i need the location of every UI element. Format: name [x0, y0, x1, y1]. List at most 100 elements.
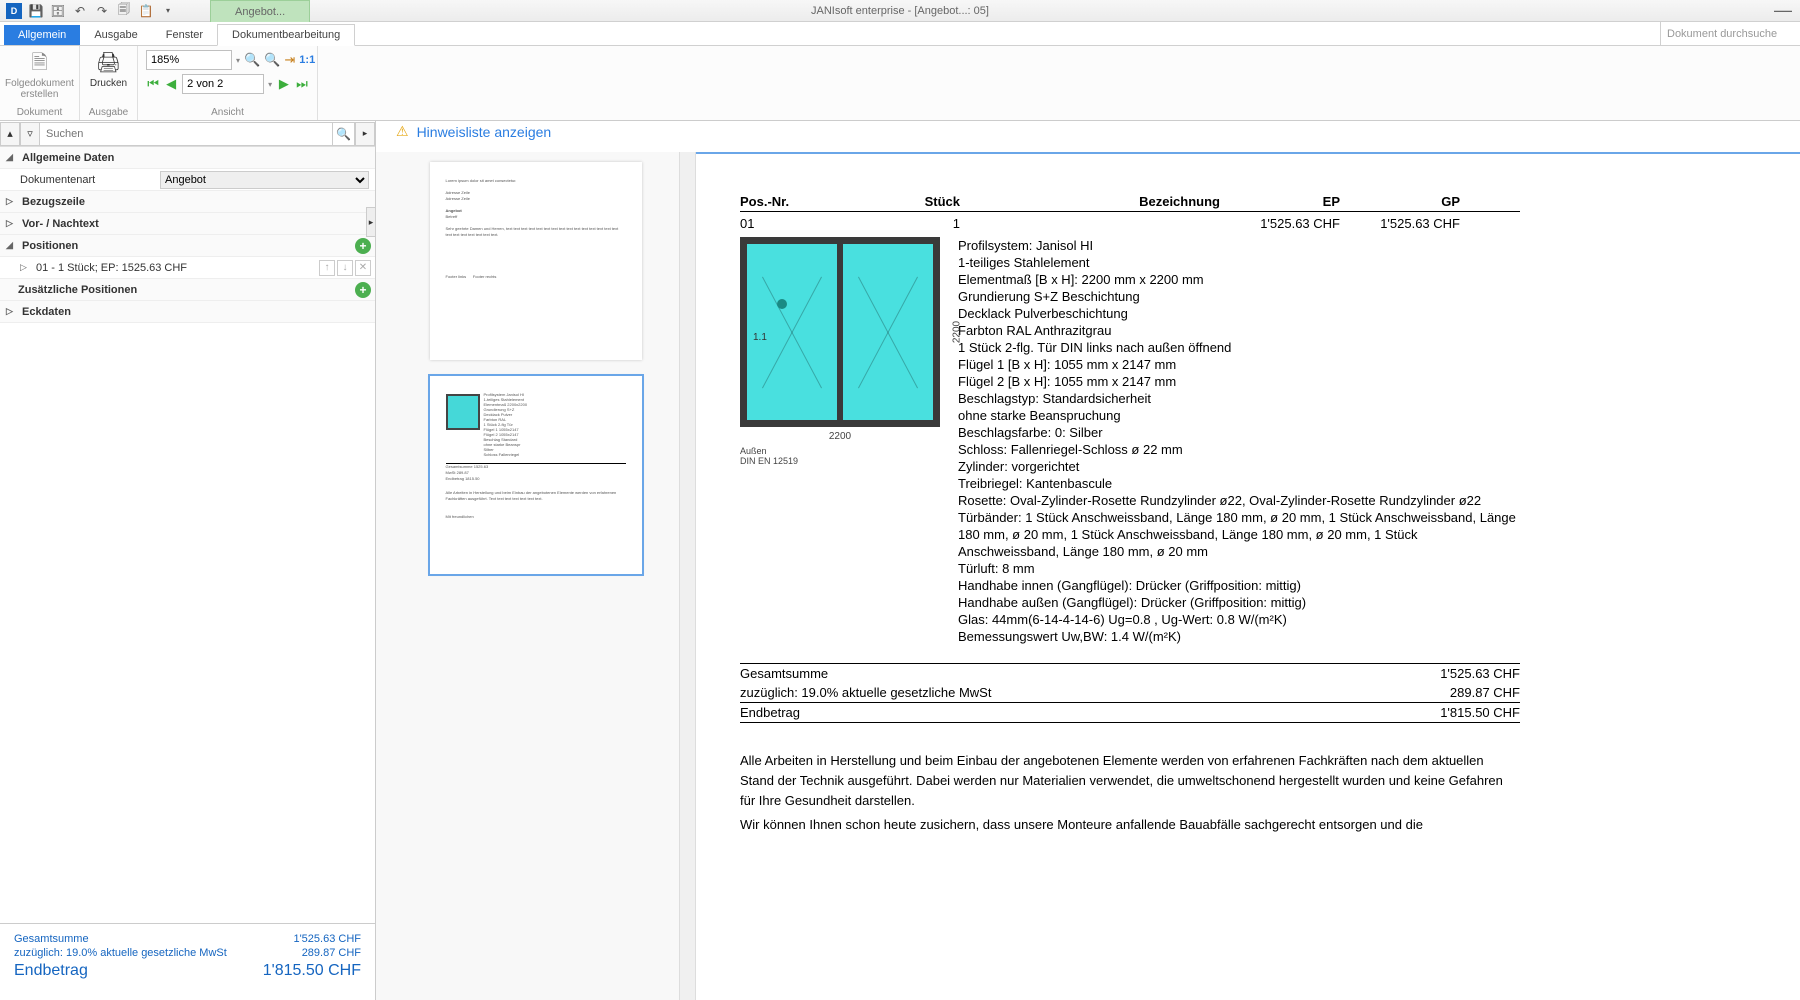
- redo-icon[interactable]: ↷: [94, 3, 110, 19]
- warning-icon: ⚠: [396, 123, 409, 140]
- cell-ep: 1'525.63 CHF: [1220, 216, 1340, 231]
- move-down-icon[interactable]: ↓: [337, 260, 353, 276]
- door-drawing: 1.1 2200 2200 Außen DIN EN 12519: [740, 237, 940, 645]
- page-thumbnail-2[interactable]: Profilsystem Janisol HI1-teiliges Stahle…: [430, 376, 642, 574]
- section-bezugszeile[interactable]: ▷ Bezugszeile: [0, 191, 375, 213]
- actual-size-button[interactable]: 1:1: [299, 51, 315, 69]
- add-extra-position-button[interactable]: +: [355, 282, 371, 298]
- expand-icon[interactable]: ▷: [6, 196, 18, 207]
- page-dropdown-icon[interactable]: ▾: [268, 80, 273, 89]
- field-label: Dokumentenart: [20, 174, 160, 186]
- section-zusaetzliche-positionen[interactable]: Zusätzliche Positionen +: [0, 279, 375, 301]
- total-gesamt-value: 1'525.63 CHF: [293, 933, 361, 945]
- delete-icon[interactable]: ✕: [355, 260, 371, 276]
- undo-icon[interactable]: ↶: [72, 3, 88, 19]
- folgedokument-button[interactable]: 🗎 Folgedokument erstellen: [5, 50, 74, 100]
- thumbnail-scrollbar[interactable]: [679, 152, 695, 1000]
- section-vor-nachtext[interactable]: ▷ Vor- / Nachtext: [0, 213, 375, 235]
- document-scroll[interactable]: Pos.-Nr. Stück Bezeichnung EP GP 01 1 1'…: [696, 152, 1800, 1000]
- print-button[interactable]: 🖨 Drucken: [90, 50, 127, 89]
- prev-page-icon[interactable]: ◀: [164, 75, 178, 93]
- cell-posnr: 01: [740, 216, 860, 231]
- spec-line: Zylinder: vorgerichtet: [958, 458, 1520, 475]
- spec-line: Handhabe innen (Gangflügel): Drücker (Gr…: [958, 577, 1520, 594]
- total-gesamt-label: Gesamtsumme: [14, 933, 89, 945]
- dim-height: 2200: [951, 321, 962, 343]
- section-label: Vor- / Nachtext: [22, 218, 99, 230]
- spec-line: 1 Stück 2-flg. Tür DIN links nach außen …: [958, 339, 1520, 356]
- tab-dokumentbearbeitung[interactable]: Dokumentbearbeitung: [217, 24, 355, 46]
- sum-mwst-label: zuzüglich: 19.0% aktuelle gesetzliche Mw…: [740, 685, 991, 700]
- next-page-icon[interactable]: ▶: [277, 75, 291, 93]
- last-page-icon[interactable]: ⏭: [295, 75, 309, 93]
- sum-gesamt-label: Gesamtsumme: [740, 666, 828, 681]
- section-allgemeine-daten[interactable]: ◢ Allgemeine Daten: [0, 147, 375, 169]
- spec-line: Grundierung S+Z Beschichtung: [958, 288, 1520, 305]
- group-ansicht-label: Ansicht: [211, 107, 244, 118]
- spec-line: Rosette: Oval-Zylinder-Rosette Rundzylin…: [958, 492, 1520, 509]
- fit-width-icon[interactable]: ⇥: [284, 51, 295, 69]
- spec-line: 1-teiliges Stahlelement: [958, 254, 1520, 271]
- cell-stueck: 1: [860, 216, 960, 231]
- document-tab[interactable]: Angebot...: [210, 0, 310, 22]
- ribbon-panel: 🗎 Folgedokument erstellen Dokument 🖨 Dru…: [0, 46, 1800, 121]
- search-next-icon[interactable]: ▸: [355, 122, 375, 146]
- collapse-all-icon[interactable]: ▴: [0, 122, 20, 146]
- page-thumbnail-1[interactable]: Lorem ipsum dolor sit amet consectetur.A…: [430, 162, 642, 360]
- filter-icon[interactable]: ▿: [20, 122, 40, 146]
- total-mwst-label: zuzüglich: 19.0% aktuelle gesetzliche Mw…: [14, 947, 227, 959]
- search-go-icon[interactable]: 🔍: [333, 122, 355, 146]
- zoom-out-icon[interactable]: 🔍: [264, 51, 280, 69]
- spec-line: Türluft: 8 mm: [958, 560, 1520, 577]
- save-db-icon[interactable]: 🗄: [50, 3, 66, 19]
- position-label: 01 - 1 Stück; EP: 1525.63 CHF: [36, 262, 187, 274]
- document-totals: Gesamtsumme1'525.63 CHF zuzüglich: 19.0%…: [740, 663, 1520, 723]
- spec-line: ohne starke Beanspruchung: [958, 407, 1520, 424]
- notice-link[interactable]: ⚠ Hinweisliste anzeigen: [376, 121, 1800, 152]
- section-label: Bezugszeile: [22, 196, 85, 208]
- property-tree: ◢ Allgemeine Daten Dokumentenart Angebot…: [0, 147, 375, 923]
- spec-line: Türbänder: 1 Stück Anschweissband, Länge…: [958, 509, 1520, 560]
- expand-icon[interactable]: ◢: [6, 152, 18, 163]
- zoom-dropdown-icon[interactable]: ▾: [236, 56, 240, 65]
- spec-line: Beschlagsfarbe: 0: Silber: [958, 424, 1520, 441]
- caption-aussen: Außen: [740, 446, 940, 456]
- add-position-button[interactable]: +: [355, 238, 371, 254]
- section-positionen[interactable]: ◢ Positionen +: [0, 235, 375, 257]
- total-end-label: Endbetrag: [14, 962, 88, 980]
- spec-line: Treibriegel: Kantenbascule: [958, 475, 1520, 492]
- ribbon-search[interactable]: Dokument durchsuche: [1660, 22, 1800, 45]
- expand-icon[interactable]: ▷: [6, 306, 18, 317]
- tab-fenster[interactable]: Fenster: [152, 25, 217, 45]
- qat-dropdown-icon[interactable]: ▾: [160, 3, 176, 19]
- move-up-icon[interactable]: ↑: [319, 260, 335, 276]
- minimize-button[interactable]: —: [1774, 0, 1792, 21]
- expand-icon[interactable]: ◢: [6, 240, 18, 251]
- expand-icon[interactable]: ▷: [6, 218, 18, 229]
- section-eckdaten[interactable]: ▷ Eckdaten: [0, 301, 375, 323]
- save-icon[interactable]: 💾: [28, 3, 44, 19]
- zoom-select[interactable]: [146, 50, 232, 70]
- expand-icon[interactable]: ▷: [20, 262, 32, 273]
- panel-collapse-handle[interactable]: ▸: [366, 207, 375, 237]
- spec-line: Beschlagstyp: Standardsicherheit: [958, 390, 1520, 407]
- app-icon: D: [6, 3, 22, 19]
- new-doc-icon: 🗎: [27, 50, 53, 76]
- title-bar: D 💾 🗄 ↶ ↷ 🗐 📋 ▾ Angebot... JANIsoft ente…: [0, 0, 1800, 22]
- spec-line: Profilsystem: Janisol HI: [958, 237, 1520, 254]
- panel-search-input[interactable]: [40, 122, 333, 146]
- thumbnail-panel: Lorem ipsum dolor sit amet consectetur.A…: [376, 152, 696, 1000]
- cell-gp: 1'525.63 CHF: [1340, 216, 1460, 231]
- spec-line: Flügel 1 [B x H]: 1055 mm x 2147 mm: [958, 356, 1520, 373]
- tab-ausgabe[interactable]: Ausgabe: [80, 25, 151, 45]
- spec-line: Flügel 2 [B x H]: 1055 mm x 2147 mm: [958, 373, 1520, 390]
- copy-icon[interactable]: 🗐: [116, 3, 132, 19]
- dokumentenart-select[interactable]: Angebot: [160, 171, 369, 189]
- tab-allgemein[interactable]: Allgemein: [4, 25, 80, 45]
- paste-icon[interactable]: 📋: [138, 3, 154, 19]
- page-select[interactable]: [182, 74, 264, 94]
- zoom-in-icon[interactable]: 🔍: [244, 51, 260, 69]
- spec-list: Profilsystem: Janisol HI1-teiliges Stahl…: [958, 237, 1520, 645]
- first-page-icon[interactable]: ⏮: [146, 75, 160, 93]
- position-item-01[interactable]: ▷ 01 - 1 Stück; EP: 1525.63 CHF ↑ ↓ ✕: [0, 257, 375, 279]
